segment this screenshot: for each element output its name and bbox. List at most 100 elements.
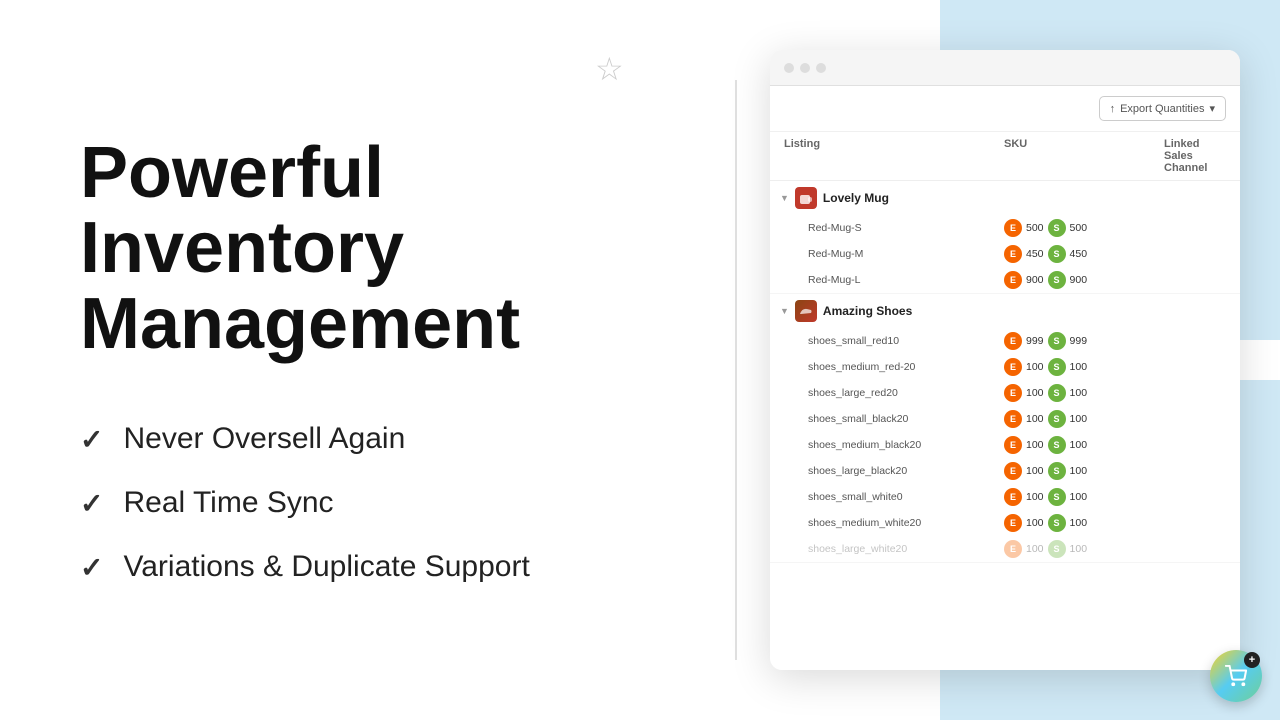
sku-row-shoes-large-red20: shoes_large_red20 E 100 S 100 xyxy=(770,380,1240,406)
shopify-badge-shoes-small-white0: S xyxy=(1048,488,1066,506)
sku-row-shoes-small-black20: shoes_small_black20 E 100 S 100 xyxy=(770,406,1240,432)
qty-etsy-shoes-medium-black20: 100 xyxy=(1026,439,1044,451)
qty-etsy-shoes-large-white20: 100 xyxy=(1026,543,1044,555)
th-linked: Linked Sales Channel xyxy=(1164,138,1226,174)
sku-text-shoes-small-red10: shoes_small_red10 xyxy=(808,335,1004,347)
star-icon: ☆ xyxy=(595,50,624,88)
sku-text-red-mug-s: Red-Mug-S xyxy=(808,222,1004,234)
sku-text-shoes-medium-black20: shoes_medium_black20 xyxy=(808,439,1004,451)
product-icon-lovely-mug xyxy=(795,187,817,209)
shopify-badge-shoes-large-black20: S xyxy=(1048,462,1066,480)
etsy-badge-red-mug-m: E xyxy=(1004,245,1022,263)
linked-cell-shoes-medium-black20: E 100 S 100 xyxy=(1004,436,1164,454)
feature-label-oversell: Never Oversell Again xyxy=(123,422,405,456)
th-listing: Listing xyxy=(784,138,1004,174)
sku-row-shoes-small-red10: shoes_small_red10 E 999 S 999 xyxy=(770,328,1240,354)
qty-shopify-shoes-small-white0: 100 xyxy=(1070,491,1088,503)
shopify-badge-shoes-medium-black20: S xyxy=(1048,436,1066,454)
qty-etsy-shoes-medium-white20: 100 xyxy=(1026,517,1044,529)
qty-etsy-shoes-large-black20: 100 xyxy=(1026,465,1044,477)
sku-text-shoes-large-white20: shoes_large_white20 xyxy=(808,543,1004,555)
qty-shopify-shoes-small-black20: 100 xyxy=(1070,413,1088,425)
etsy-badge-red-mug-s: E xyxy=(1004,219,1022,237)
product-header-amazing-shoes[interactable]: ▼ Amazing Shoes xyxy=(770,294,1240,328)
linked-cell-shoes-small-red10: E 999 S 999 xyxy=(1004,332,1164,350)
feature-list: ✓ Never Oversell Again ✓ Real Time Sync … xyxy=(80,422,640,584)
shopify-badge-red-mug-s: S xyxy=(1048,219,1066,237)
browser-dot-yellow xyxy=(800,63,810,73)
sku-row-shoes-medium-red20: shoes_medium_red-20 E 100 S 100 xyxy=(770,354,1240,380)
th-sku: SKU xyxy=(1004,138,1164,174)
shopify-badge-red-mug-l: S xyxy=(1048,271,1066,289)
shopify-badge-shoes-large-white20: S xyxy=(1048,540,1066,558)
sku-row-shoes-large-white20: shoes_large_white20 E 100 S 100 xyxy=(770,536,1240,562)
qty-etsy-shoes-small-black20: 100 xyxy=(1026,413,1044,425)
sku-row-shoes-medium-black20: shoes_medium_black20 E 100 S 100 xyxy=(770,432,1240,458)
etsy-badge-shoes-small-black20: E xyxy=(1004,410,1022,428)
linked-cell-shoes-small-black20: E 100 S 100 xyxy=(1004,410,1164,428)
linked-cell-shoes-large-black20: E 100 S 100 xyxy=(1004,462,1164,480)
export-button[interactable]: ↑ Export Quantities ▾ xyxy=(1099,96,1226,121)
chevron-icon-lovely-mug: ▼ xyxy=(780,193,789,203)
export-label: Export Quantities xyxy=(1120,103,1204,115)
browser-dot-green xyxy=(816,63,826,73)
qty-shopify-red-mug-l: 900 xyxy=(1070,274,1088,286)
cart-icon xyxy=(1225,665,1247,687)
qty-shopify-red-mug-m: 450 xyxy=(1070,248,1088,260)
qty-etsy-red-mug-s: 500 xyxy=(1026,222,1044,234)
product-header-lovely-mug[interactable]: ▼ Lovely Mug xyxy=(770,181,1240,215)
etsy-badge-shoes-large-red20: E xyxy=(1004,384,1022,402)
cart-fab[interactable]: + xyxy=(1210,650,1262,702)
browser-dots xyxy=(784,63,826,73)
linked-cell-shoes-medium-white20: E 100 S 100 xyxy=(1004,514,1164,532)
checkmark-variations: ✓ xyxy=(80,551,103,584)
qty-etsy-shoes-small-white0: 100 xyxy=(1026,491,1044,503)
qty-shopify-red-mug-s: 500 xyxy=(1070,222,1088,234)
sku-text-shoes-small-white0: shoes_small_white0 xyxy=(808,491,1004,503)
linked-cell-red-mug-s: E 500 S 500 xyxy=(1004,219,1164,237)
sku-row-shoes-large-black20: shoes_large_black20 E 100 S 100 xyxy=(770,458,1240,484)
sku-text-shoes-small-black20: shoes_small_black20 xyxy=(808,413,1004,425)
linked-cell-red-mug-l: E 900 S 900 xyxy=(1004,271,1164,289)
sku-text-shoes-large-black20: shoes_large_black20 xyxy=(808,465,1004,477)
export-icon: ↑ xyxy=(1110,103,1116,115)
linked-cell-shoes-large-red20: E 100 S 100 xyxy=(1004,384,1164,402)
sku-text-shoes-large-red20: shoes_large_red20 xyxy=(808,387,1004,399)
cart-plus-icon: + xyxy=(1244,652,1260,668)
shopify-badge-shoes-large-red20: S xyxy=(1048,384,1066,402)
browser-dot-red xyxy=(784,63,794,73)
sku-text-shoes-medium-white20: shoes_medium_white20 xyxy=(808,517,1004,529)
product-name-amazing-shoes: Amazing Shoes xyxy=(823,304,912,318)
qty-etsy-shoes-medium-red20: 100 xyxy=(1026,361,1044,373)
feature-label-sync: Real Time Sync xyxy=(123,486,333,520)
qty-etsy-red-mug-l: 900 xyxy=(1026,274,1044,286)
feature-item-oversell: ✓ Never Oversell Again xyxy=(80,422,640,456)
sku-row-shoes-small-white0: shoes_small_white0 E 100 S 100 xyxy=(770,484,1240,510)
shopify-badge-shoes-small-red10: S xyxy=(1048,332,1066,350)
sku-row-red-mug-l: Red-Mug-L E 900 S 900 xyxy=(770,267,1240,293)
linked-cell-shoes-medium-red20: E 100 S 100 xyxy=(1004,358,1164,376)
linked-cell-red-mug-m: E 450 S 450 xyxy=(1004,245,1164,263)
export-chevron: ▾ xyxy=(1209,102,1215,115)
qty-etsy-shoes-small-red10: 999 xyxy=(1026,335,1044,347)
qty-shopify-shoes-medium-black20: 100 xyxy=(1070,439,1088,451)
left-panel: Powerful Inventory Management ✓ Never Ov… xyxy=(0,0,720,720)
etsy-badge-red-mug-l: E xyxy=(1004,271,1022,289)
linked-cell-shoes-large-white20: E 100 S 100 xyxy=(1004,540,1164,558)
sku-text-red-mug-m: Red-Mug-M xyxy=(808,248,1004,260)
qty-shopify-shoes-small-red10: 999 xyxy=(1070,335,1088,347)
shopify-badge-red-mug-m: S xyxy=(1048,245,1066,263)
sku-row-red-mug-m: Red-Mug-M E 450 S 450 xyxy=(770,241,1240,267)
etsy-badge-shoes-large-black20: E xyxy=(1004,462,1022,480)
qty-etsy-red-mug-m: 450 xyxy=(1026,248,1044,260)
qty-shopify-shoes-medium-red20: 100 xyxy=(1070,361,1088,373)
etsy-badge-shoes-medium-white20: E xyxy=(1004,514,1022,532)
product-icon-amazing-shoes xyxy=(795,300,817,322)
linked-cell-shoes-small-white0: E 100 S 100 xyxy=(1004,488,1164,506)
chevron-icon-amazing-shoes: ▼ xyxy=(780,306,789,316)
feature-item-sync: ✓ Real Time Sync xyxy=(80,486,640,520)
table-header: Listing SKU Linked Sales Channel xyxy=(770,132,1240,181)
etsy-badge-shoes-small-red10: E xyxy=(1004,332,1022,350)
product-name-cell-lovely-mug: ▼ Lovely Mug xyxy=(784,187,1004,209)
etsy-badge-shoes-medium-black20: E xyxy=(1004,436,1022,454)
